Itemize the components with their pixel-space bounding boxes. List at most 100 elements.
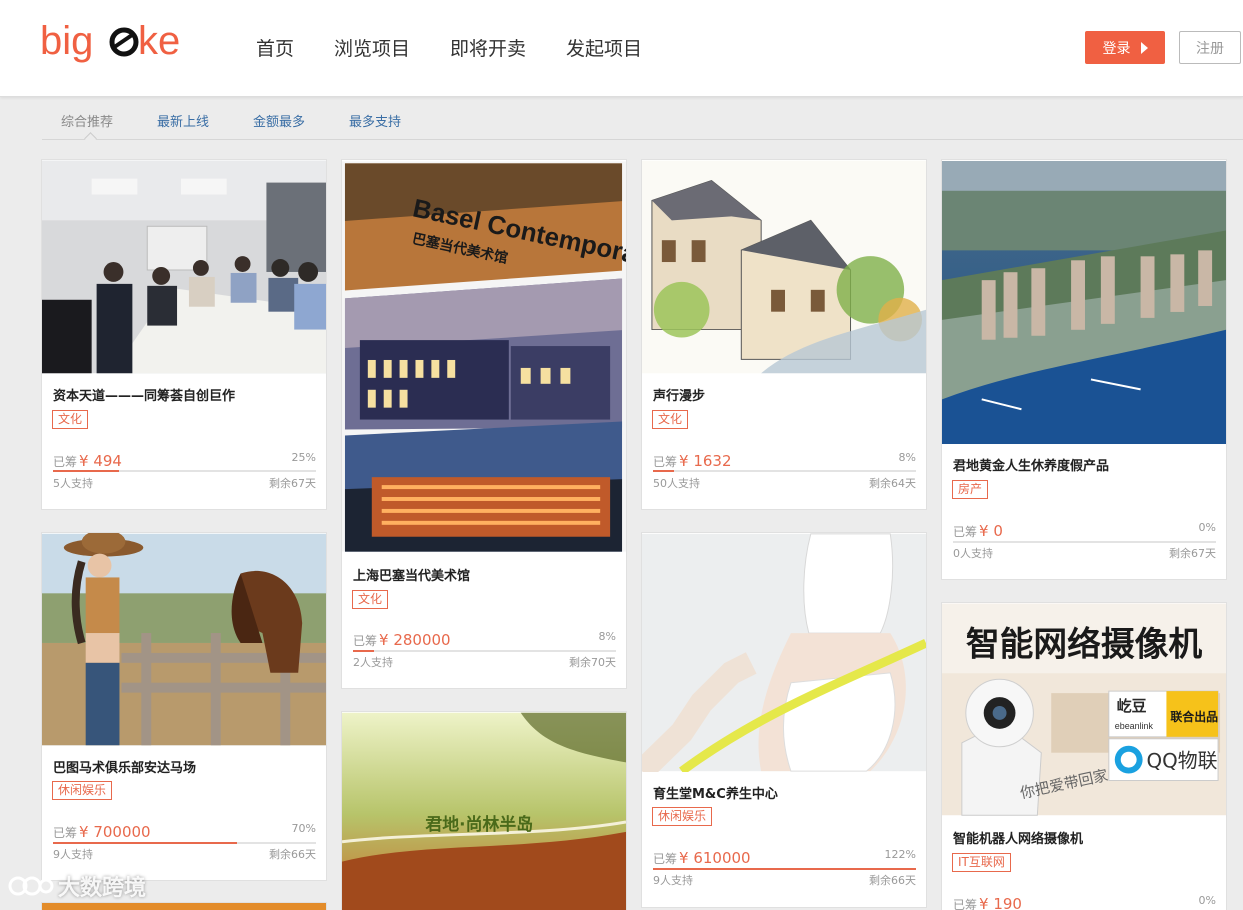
raised-label: 已筹: [53, 826, 78, 840]
raised-label: 已筹: [353, 634, 378, 648]
days-left: 剩余64天: [869, 477, 916, 490]
nav-start-project[interactable]: 发起项目: [566, 34, 642, 61]
supporter-count: 50人支持: [653, 477, 700, 490]
project-title[interactable]: 声行漫步: [653, 385, 705, 404]
project-card[interactable]: 育生堂M&C养生中心 休闲娱乐 已筹 ¥ 610000 122% 9人支持 剩余6…: [641, 532, 927, 908]
camera-brand-cn: 屹豆: [1117, 697, 1147, 715]
project-card[interactable]: Basel Contemporary Art 巴塞当代美术馆 上海巴塞当代美术馆…: [341, 159, 627, 689]
watermark-logo-icon: [8, 876, 54, 896]
progress-fill: [53, 842, 238, 844]
project-card[interactable]: 巴图马术俱乐部安达马场 休闲娱乐 已筹 ¥ 700000 70% 9人支持 剩余6…: [41, 532, 327, 881]
progress-percent: 25%: [291, 451, 316, 464]
bigeke-logo[interactable]: big ke: [40, 16, 200, 72]
raised-label: 已筹: [953, 525, 978, 539]
progress-bar: [53, 842, 316, 844]
progress-bar: [653, 470, 916, 472]
project-category-tag[interactable]: IT互联网: [952, 853, 1011, 872]
project-image-office: [42, 160, 326, 374]
register-button[interactable]: 注册: [1179, 31, 1241, 64]
project-category-tag[interactable]: 休闲娱乐: [52, 781, 113, 800]
project-card[interactable]: [41, 902, 327, 910]
camera-joint-label: 联合出品: [1170, 710, 1218, 724]
progress-bar: [653, 868, 916, 870]
raised-amount: ¥ 700000: [79, 823, 151, 841]
raised-label: 已筹: [653, 852, 678, 866]
days-left: 剩余66天: [269, 848, 316, 861]
project-image-resort: [942, 160, 1226, 445]
tab-most-funded[interactable]: 金额最多: [253, 111, 305, 130]
project-category-tag[interactable]: 房产: [952, 480, 989, 499]
register-label: 注册: [1196, 40, 1224, 57]
project-raised: 已筹 ¥ 280000: [353, 631, 451, 649]
supporter-count: 2人支持: [353, 656, 393, 669]
nav-coming-soon[interactable]: 即将开卖: [450, 34, 526, 61]
login-label: 登录: [1102, 40, 1131, 57]
site-header: big ke 首页 浏览项目 即将开卖 发起项目 登录 注册: [0, 0, 1243, 97]
project-raised: 已筹 ¥ 494: [53, 452, 122, 470]
project-image-camera: 智能网络摄像机 屹豆 ebeanlink 联合出品 QQ物联 你把爱带回家: [942, 603, 1226, 816]
days-left: 剩余66天: [869, 874, 916, 887]
project-card[interactable]: 君地黄金人生休养度假产品 房产 已筹 ¥ 0 0% 0人支持 剩余67天: [941, 159, 1227, 580]
watermark-text: 大数跨境: [58, 876, 147, 901]
progress-percent: 0%: [1198, 894, 1216, 907]
project-raised: 已筹 ¥ 700000: [53, 823, 151, 841]
project-card[interactable]: 智能网络摄像机 屹豆 ebeanlink 联合出品 QQ物联 你把爱带回家 智能…: [941, 602, 1227, 910]
project-title[interactable]: 巴图马术俱乐部安达马场: [53, 757, 196, 776]
days-left: 剩余67天: [269, 477, 316, 490]
sort-tabs: 综合推荐 最新上线 金额最多 最多支持: [42, 100, 1243, 145]
nav-browse-projects[interactable]: 浏览项目: [334, 34, 410, 61]
project-card[interactable]: 资本天道———同筹荟自创巨作 文化 已筹 ¥ 494 25% 5人支持 剩余67天: [41, 159, 327, 510]
project-image-sketch: [642, 160, 926, 374]
project-raised: 已筹 ¥ 0: [953, 522, 1003, 540]
project-title[interactable]: 育生堂M&C养生中心: [653, 783, 778, 802]
arrow-right-icon: [1140, 41, 1148, 54]
login-button[interactable]: 登录: [1085, 31, 1165, 64]
project-category-tag[interactable]: 文化: [652, 410, 689, 429]
project-title[interactable]: 上海巴塞当代美术馆: [353, 565, 470, 584]
project-title[interactable]: 资本天道———同筹荟自创巨作: [53, 385, 235, 404]
days-left: 剩余67天: [1169, 547, 1216, 560]
active-tab-indicator: [84, 132, 97, 145]
project-raised: 已筹 ¥ 190: [953, 895, 1022, 910]
tab-recommended[interactable]: 综合推荐: [61, 111, 113, 130]
camera-ad-headline: 智能网络摄像机: [966, 624, 1203, 663]
days-left: 剩余70天: [569, 656, 616, 669]
progress-bar: [953, 541, 1216, 543]
svg-text:big: big: [40, 19, 93, 63]
project-raised: 已筹 ¥ 1632: [653, 452, 732, 470]
camera-qq-label: QQ物联: [1147, 750, 1218, 773]
project-category-tag[interactable]: 文化: [352, 590, 389, 609]
tab-newest[interactable]: 最新上线: [157, 111, 209, 130]
project-category-tag[interactable]: 休闲娱乐: [652, 807, 713, 826]
progress-percent: 8%: [598, 630, 616, 643]
main-nav: 首页 浏览项目 即将开卖 发起项目: [256, 34, 682, 61]
progress-percent: 70%: [291, 822, 316, 835]
raised-amount: ¥ 1632: [679, 452, 732, 470]
progress-percent: 8%: [898, 451, 916, 464]
project-raised: 已筹 ¥ 610000: [653, 849, 751, 867]
raised-label: 已筹: [953, 898, 978, 910]
project-card[interactable]: 君地·尚林半岛: [341, 711, 627, 910]
project-image-museum: Basel Contemporary Art 巴塞当代美术馆: [342, 161, 626, 552]
progress-fill: [653, 470, 675, 472]
nav-home[interactable]: 首页: [256, 34, 294, 61]
progress-fill: [353, 650, 375, 652]
progress-fill: [653, 868, 916, 870]
raised-amount: ¥ 494: [79, 452, 122, 470]
progress-percent: 0%: [1198, 521, 1216, 534]
supporter-count: 9人支持: [53, 848, 93, 861]
project-title[interactable]: 君地黄金人生休养度假产品: [953, 455, 1109, 474]
project-card[interactable]: 声行漫步 文化 已筹 ¥ 1632 8% 50人支持 剩余64天: [641, 159, 927, 510]
raised-label: 已筹: [53, 455, 78, 469]
tab-most-supported[interactable]: 最多支持: [349, 111, 401, 130]
raised-amount: ¥ 190: [979, 895, 1022, 910]
beach-project-text: 君地·尚林半岛: [425, 814, 533, 834]
svg-text:ke: ke: [138, 19, 180, 63]
project-category-tag[interactable]: 文化: [52, 410, 89, 429]
camera-brand-en: ebeanlink: [1115, 721, 1154, 731]
project-title[interactable]: 智能机器人网络摄像机: [953, 828, 1083, 847]
supporter-count: 5人支持: [53, 477, 93, 490]
progress-bar: [353, 650, 616, 652]
supporter-count: 0人支持: [953, 547, 993, 560]
raised-amount: ¥ 0: [979, 522, 1003, 540]
